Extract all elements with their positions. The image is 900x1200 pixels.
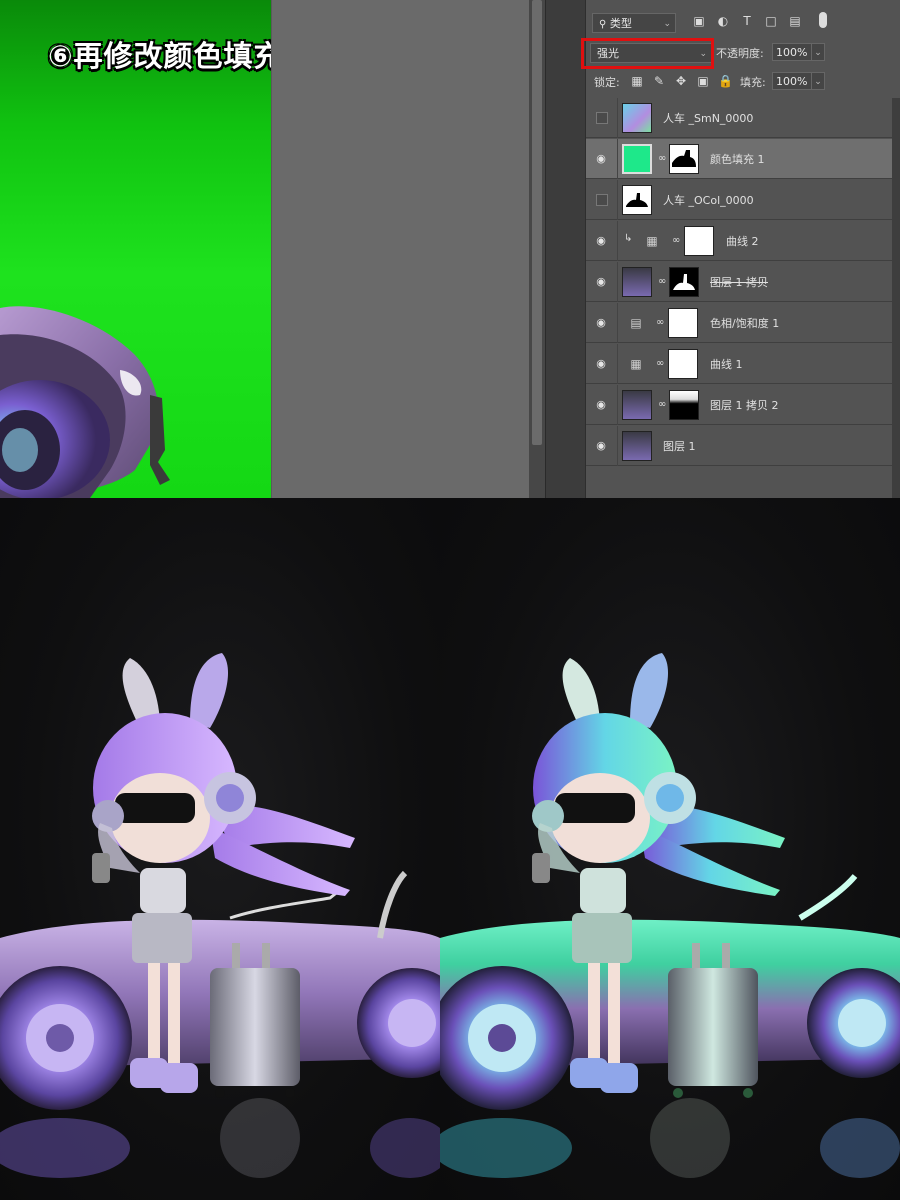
visibility-off-box[interactable]	[596, 194, 608, 206]
lock-brush-icon[interactable]: ✎	[652, 74, 666, 88]
shape-filter-icon[interactable]: □	[764, 14, 778, 28]
render-comparison	[0, 498, 900, 1200]
fill-label: 填充:	[740, 76, 766, 89]
layer-mask-thumbnail[interactable]	[668, 349, 698, 379]
lock-artboard-icon[interactable]: ▣	[696, 74, 710, 88]
opacity-field[interactable]: 100%	[772, 43, 812, 61]
layer-thumbnail	[622, 103, 652, 133]
opacity-label: 不透明度:	[716, 47, 764, 60]
layer-row[interactable]: 人车 _SmN_0000	[586, 98, 892, 138]
layer-mask-thumbnail[interactable]	[684, 226, 714, 256]
layer-name[interactable]: 图层 1 拷贝 2	[710, 397, 779, 413]
layer-row-selected[interactable]: ◉ ∞ 颜色填充 1	[586, 139, 892, 179]
eye-icon[interactable]: ◉	[594, 357, 608, 371]
layer-row[interactable]: ◉ ▤ ∞ 色相/饱和度 1	[586, 303, 892, 343]
highlight-box	[581, 38, 714, 69]
divider	[617, 385, 618, 425]
divider	[617, 180, 618, 220]
render-before	[0, 498, 440, 1200]
layer-name[interactable]: 人车 _SmN_0000	[663, 110, 753, 126]
opacity-slider-toggle[interactable]: ⌄	[811, 43, 825, 61]
eye-icon[interactable]: ◉	[594, 275, 608, 289]
layer-row[interactable]: 人车 _OCol_0000	[586, 180, 892, 220]
eye-icon[interactable]: ◉	[594, 439, 608, 453]
mask-silhouette	[673, 274, 695, 290]
lock-move-icon[interactable]: ✥	[674, 74, 688, 88]
fill-slider-toggle[interactable]: ⌄	[811, 72, 825, 90]
lock-all-icon[interactable]: 🔒	[718, 74, 733, 88]
layer-thumbnail	[622, 267, 652, 297]
filter-kind-select[interactable]: ⚲ 类型 ⌄	[592, 13, 676, 33]
link-icon[interactable]: ∞	[658, 398, 666, 412]
layer-row[interactable]: ◉ 图层 1	[586, 426, 892, 466]
girl-and-car-illustration	[0, 653, 440, 1178]
panel-dock-edge	[545, 0, 586, 498]
eye-icon[interactable]: ◉	[594, 316, 608, 330]
link-icon[interactable]: ∞	[656, 357, 664, 371]
chevron-down-icon: ⌄	[663, 19, 671, 29]
filter-kind-label: 类型	[609, 17, 632, 30]
link-icon[interactable]: ∞	[658, 152, 666, 166]
layer-mask-thumbnail[interactable]	[668, 308, 698, 338]
eye-icon[interactable]: ◉	[594, 398, 608, 412]
hue-saturation-icon: ▤	[630, 316, 642, 330]
divider	[617, 221, 618, 261]
link-icon[interactable]: ∞	[658, 275, 666, 289]
girl-and-car-illustration-green	[440, 653, 900, 1178]
divider	[617, 344, 618, 384]
search-icon: ⚲	[599, 19, 607, 30]
document-canvas[interactable]: ⑥再修改颜色填充图层的叠加模式即可	[0, 0, 271, 498]
divider	[617, 262, 618, 302]
layer-row[interactable]: ◉ ▦ ∞ 曲线 1	[586, 344, 892, 384]
clipping-arrow-icon: ↳	[624, 233, 633, 244]
layer-thumbnail	[622, 185, 652, 215]
fill-field[interactable]: 100%	[772, 72, 812, 90]
layer-row[interactable]: ◉ ↳ ▦ ∞ 曲线 2	[586, 221, 892, 261]
canvas-scrollbar[interactable]	[529, 0, 545, 498]
link-icon[interactable]: ∞	[672, 234, 680, 248]
curves-icon: ▦	[630, 357, 642, 371]
photoshop-screenshot: ⑥再修改颜色填充图层的叠加模式即可 ⚲ 类型 ⌄ ▣ ◐ T □ ▤ 强光 ⌄ …	[0, 0, 900, 498]
pasteboard	[271, 0, 530, 498]
eye-icon[interactable]: ◉	[594, 234, 608, 248]
layers-panel: ⚲ 类型 ⌄ ▣ ◐ T □ ▤ 强光 ⌄ 不透明度: 100% ⌄ 锁定: ▦…	[581, 0, 900, 498]
fill-color-swatch[interactable]	[622, 144, 652, 174]
layer-name[interactable]: 色相/饱和度 1	[710, 315, 779, 331]
curves-icon: ▦	[646, 234, 658, 248]
divider	[617, 98, 618, 138]
type-filter-icon[interactable]: T	[740, 14, 754, 28]
layer-row[interactable]: ◉ ∞ 图层 1 拷贝 2	[586, 385, 892, 425]
layer-name[interactable]: 曲线 1	[710, 356, 743, 372]
layer-name[interactable]: 曲线 2	[726, 233, 759, 249]
layer-list-scrollbar[interactable]	[892, 98, 900, 498]
smart-object-filter-icon[interactable]: ▤	[788, 14, 802, 28]
layer-mask-thumbnail[interactable]	[669, 267, 699, 297]
divider	[617, 426, 618, 466]
eye-icon[interactable]: ◉	[594, 152, 608, 166]
layer-name[interactable]: 颜色填充 1	[710, 151, 765, 167]
adjustment-filter-icon[interactable]: ◐	[716, 14, 730, 28]
layer-name[interactable]: 图层 1 拷贝	[710, 274, 768, 290]
layer-mask-thumbnail[interactable]	[669, 390, 699, 420]
layer-name[interactable]: 人车 _OCol_0000	[663, 192, 754, 208]
visibility-off-box[interactable]	[596, 112, 608, 124]
lock-transparent-icon[interactable]: ▦	[630, 74, 644, 88]
layer-row[interactable]: ◉ ∞ 图层 1 拷贝	[586, 262, 892, 302]
layer-name[interactable]: 图层 1	[663, 438, 696, 454]
render-after	[440, 498, 900, 1200]
layer-mask-thumbnail[interactable]	[669, 144, 699, 174]
divider	[617, 303, 618, 343]
filter-toggle-icon[interactable]	[816, 12, 830, 28]
link-icon[interactable]: ∞	[656, 316, 664, 330]
divider	[617, 139, 618, 179]
lock-label: 锁定:	[594, 76, 620, 89]
step-caption: ⑥再修改颜色填充图层的叠加模式即可	[48, 39, 271, 73]
mask-silhouette	[672, 150, 696, 167]
scrollbar-thumb[interactable]	[532, 0, 542, 445]
object-silhouette	[626, 193, 648, 207]
layer-thumbnail	[622, 390, 652, 420]
image-filter-icon[interactable]: ▣	[692, 14, 706, 28]
layer-thumbnail	[622, 431, 652, 461]
